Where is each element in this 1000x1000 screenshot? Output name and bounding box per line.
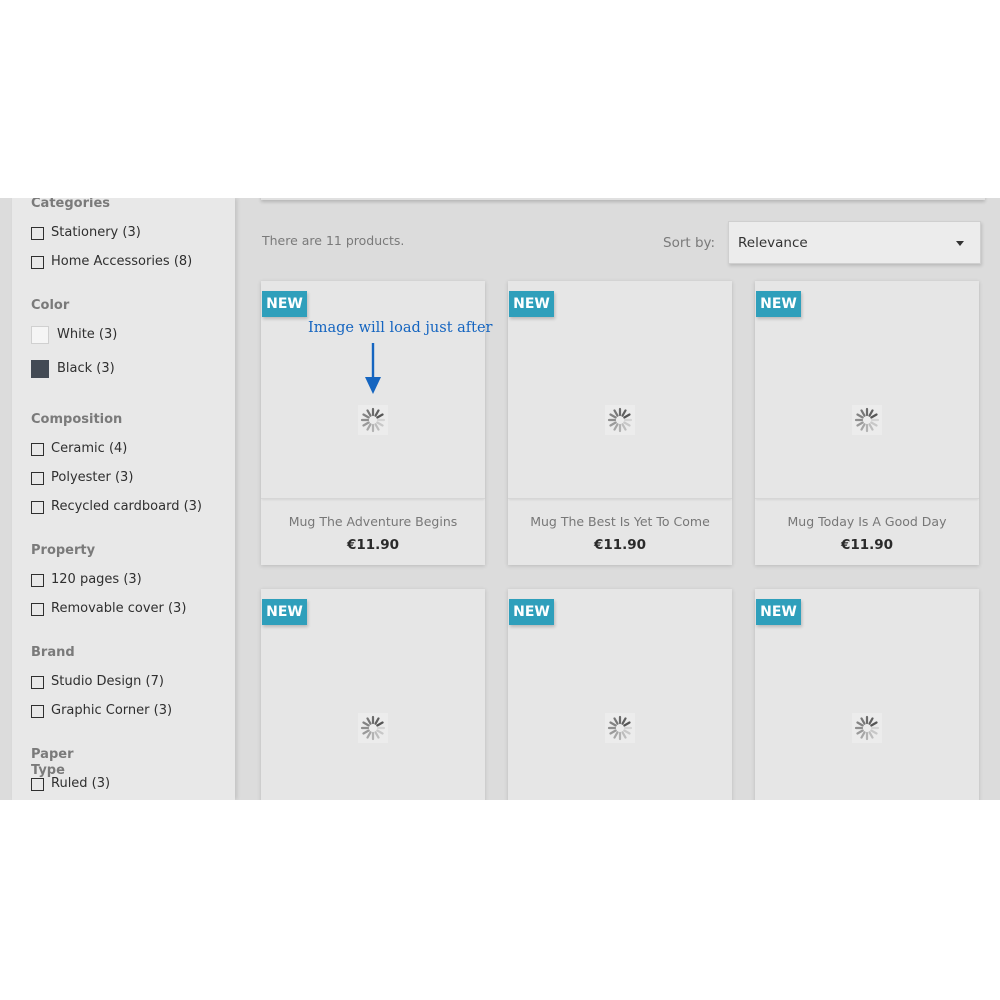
- filter-label: Removable cover (3): [51, 601, 187, 616]
- product-card[interactable]: NEW Mug Today Is A Good Day €11.90: [755, 281, 979, 565]
- spinner-icon: [358, 405, 388, 435]
- filter-label: Studio Design (7): [51, 674, 164, 689]
- product-count: There are 11 products.: [262, 233, 405, 248]
- filter-graphic-corner[interactable]: Graphic Corner (3): [31, 703, 172, 719]
- filter-ceramic[interactable]: Ceramic (4): [31, 441, 127, 457]
- facet-title: Brand: [31, 645, 75, 660]
- filter-polyester[interactable]: Polyester (3): [31, 470, 133, 486]
- new-badge: NEW: [262, 599, 307, 625]
- facet-title: Property: [31, 543, 96, 558]
- filter-black[interactable]: Black (3): [31, 360, 115, 378]
- facet-sidebar: Categories Stationery (3) Home Accessori…: [12, 198, 235, 800]
- checkbox[interactable]: [31, 442, 44, 456]
- spinner-icon: [605, 713, 635, 743]
- filter-label: Polyester (3): [51, 470, 134, 485]
- annotation-text: Image will load just after: [308, 320, 493, 336]
- product-name[interactable]: Mug Today Is A Good Day: [755, 514, 979, 529]
- new-badge: NEW: [509, 599, 554, 625]
- product-price: €11.90: [346, 537, 400, 553]
- caret-down-icon: [956, 241, 964, 246]
- search-bar-edge: [261, 198, 985, 200]
- product-card[interactable]: NEW Mug The Best Is Yet To Come €11.90: [508, 281, 732, 565]
- new-badge: NEW: [756, 599, 801, 625]
- filter-120-pages[interactable]: 120 pages (3): [31, 572, 142, 588]
- filter-label: White (3): [57, 327, 118, 342]
- facet-title: Categories: [31, 198, 111, 211]
- product-name[interactable]: Mug The Adventure Begins: [261, 514, 485, 529]
- filter-recycled-cardboard[interactable]: Recycled cardboard (3): [31, 499, 202, 515]
- product-card[interactable]: NEW: [755, 589, 979, 800]
- filter-label: Stationery (3): [51, 225, 141, 240]
- arrow-down-icon: [365, 343, 381, 394]
- filter-white[interactable]: White (3): [31, 326, 117, 344]
- filter-label: Home Accessories (8): [51, 254, 193, 269]
- checkbox[interactable]: [31, 777, 44, 791]
- filter-label: Recycled cardboard (3): [51, 499, 202, 514]
- checkbox[interactable]: [31, 500, 44, 514]
- product-card[interactable]: NEW: [508, 589, 732, 800]
- filter-home-accessories[interactable]: Home Accessories (8): [31, 254, 192, 270]
- filter-label: Graphic Corner (3): [51, 703, 173, 718]
- spinner-icon: [852, 713, 882, 743]
- sort-label: Sort by:: [663, 235, 716, 251]
- checkbox[interactable]: [31, 471, 44, 485]
- filter-removable-cover[interactable]: Removable cover (3): [31, 601, 186, 617]
- product-name[interactable]: Mug The Best Is Yet To Come: [508, 514, 732, 529]
- filter-label: Ruled (3): [51, 776, 111, 791]
- checkbox[interactable]: [31, 704, 44, 718]
- sort-value: Relevance: [738, 234, 808, 251]
- product-price: €11.90: [840, 537, 894, 553]
- filter-label: 120 pages (3): [51, 572, 142, 587]
- filter-label: Ceramic (4): [51, 441, 128, 456]
- facet-title: Paper Type: [31, 747, 74, 778]
- product-card[interactable]: NEW: [261, 589, 485, 800]
- filter-label: Black (3): [57, 361, 115, 376]
- checkbox[interactable]: [31, 226, 44, 240]
- spinner-icon: [852, 405, 882, 435]
- sort-dropdown[interactable]: Relevance: [728, 221, 981, 264]
- checkbox[interactable]: [31, 255, 44, 269]
- checkbox[interactable]: [31, 675, 44, 689]
- product-price: €11.90: [593, 537, 647, 553]
- facet-title: Composition: [31, 412, 123, 427]
- color-swatch-white[interactable]: [31, 326, 49, 344]
- facet-title: Color: [31, 298, 70, 313]
- color-swatch-black[interactable]: [31, 360, 49, 378]
- new-badge: NEW: [262, 291, 307, 317]
- filter-ruled[interactable]: Ruled (3): [31, 776, 110, 792]
- spinner-icon: [358, 713, 388, 743]
- checkbox[interactable]: [31, 573, 44, 587]
- new-badge: NEW: [756, 291, 801, 317]
- spinner-icon: [605, 405, 635, 435]
- checkbox[interactable]: [31, 602, 44, 616]
- shop-listing-frame: Categories Stationery (3) Home Accessori…: [0, 198, 1000, 800]
- new-badge: NEW: [509, 291, 554, 317]
- filter-studio-design[interactable]: Studio Design (7): [31, 674, 164, 690]
- filter-stationery[interactable]: Stationery (3): [31, 225, 141, 241]
